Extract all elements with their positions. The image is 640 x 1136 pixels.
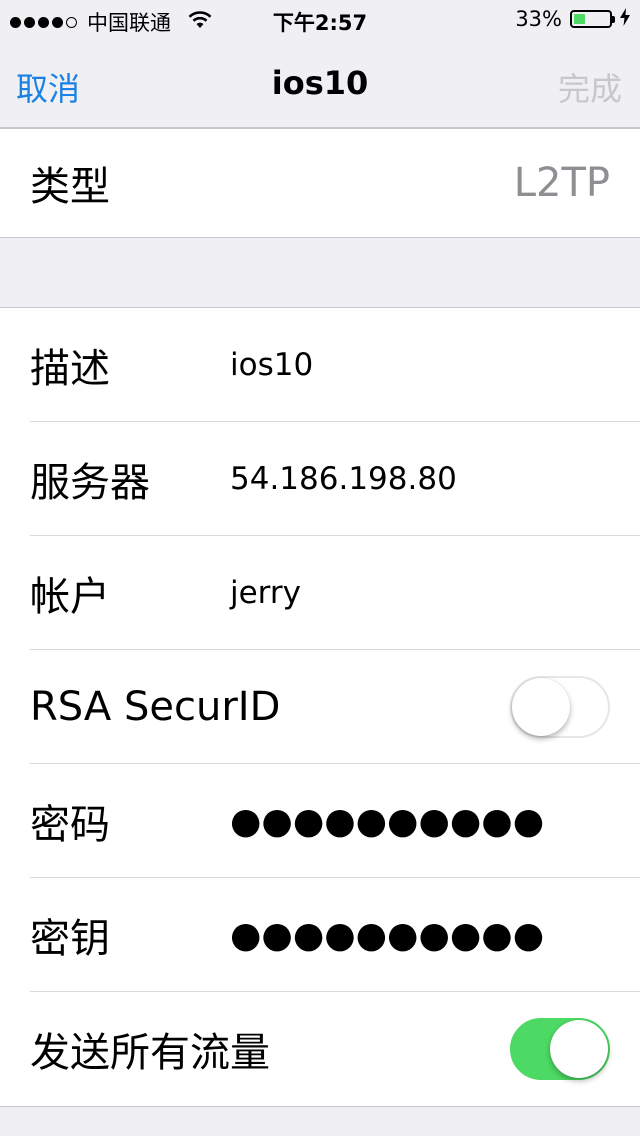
description-label: 描述 [30, 346, 110, 392]
charging-bolt-icon [620, 7, 630, 31]
battery-fill [574, 14, 585, 24]
send-all-traffic-label: 发送所有流量 [30, 1030, 270, 1076]
account-field[interactable]: jerry [230, 536, 301, 650]
password-field[interactable]: ●●●●●●●●●● [230, 764, 544, 878]
password-row[interactable]: 密码 ●●●●●●●●●● [0, 764, 640, 878]
status-bar-right: 33% [515, 7, 630, 31]
rsa-securid-row: RSA SecurID [0, 650, 640, 764]
account-row[interactable]: 帐户 jerry [0, 536, 640, 650]
secret-label: 密钥 [30, 916, 110, 962]
vpn-settings-group: 描述 ios10 服务器 54.186.198.80 帐户 jerry RSA … [0, 307, 640, 1107]
type-label: 类型 [30, 164, 110, 210]
type-value: L2TP [513, 160, 610, 206]
secret-field[interactable]: ●●●●●●●●●● [230, 878, 544, 992]
status-bar: 中国联通 下午2:57 33% [0, 0, 640, 40]
done-button[interactable]: 完成 [558, 64, 622, 110]
type-group: 类型 L2TP [0, 128, 640, 238]
rsa-securid-toggle[interactable] [510, 676, 610, 738]
server-field[interactable]: 54.186.198.80 [230, 422, 457, 536]
description-row[interactable]: 描述 ios10 [0, 308, 640, 422]
description-field[interactable]: ios10 [230, 308, 313, 422]
navigation-bar: 取消 ios10 完成 [0, 40, 640, 128]
rsa-securid-label: RSA SecurID [30, 684, 281, 730]
server-row[interactable]: 服务器 54.186.198.80 [0, 422, 640, 536]
toggle-knob [512, 678, 570, 736]
password-label: 密码 [30, 802, 110, 848]
battery-percent: 33% [515, 7, 562, 31]
page-title: ios10 [271, 64, 369, 102]
battery-icon [570, 10, 615, 28]
toggle-knob [550, 1020, 608, 1078]
send-all-traffic-toggle[interactable] [510, 1018, 610, 1080]
server-label: 服务器 [30, 460, 150, 506]
send-all-traffic-row: 发送所有流量 [0, 992, 640, 1106]
type-row[interactable]: 类型 L2TP [0, 129, 640, 237]
secret-row[interactable]: 密钥 ●●●●●●●●●● [0, 878, 640, 992]
vpn-config-screen: 中国联通 下午2:57 33% 取消 ios10 完成 类型 L2TP 描述 i… [0, 0, 640, 1136]
account-label: 帐户 [30, 574, 110, 620]
